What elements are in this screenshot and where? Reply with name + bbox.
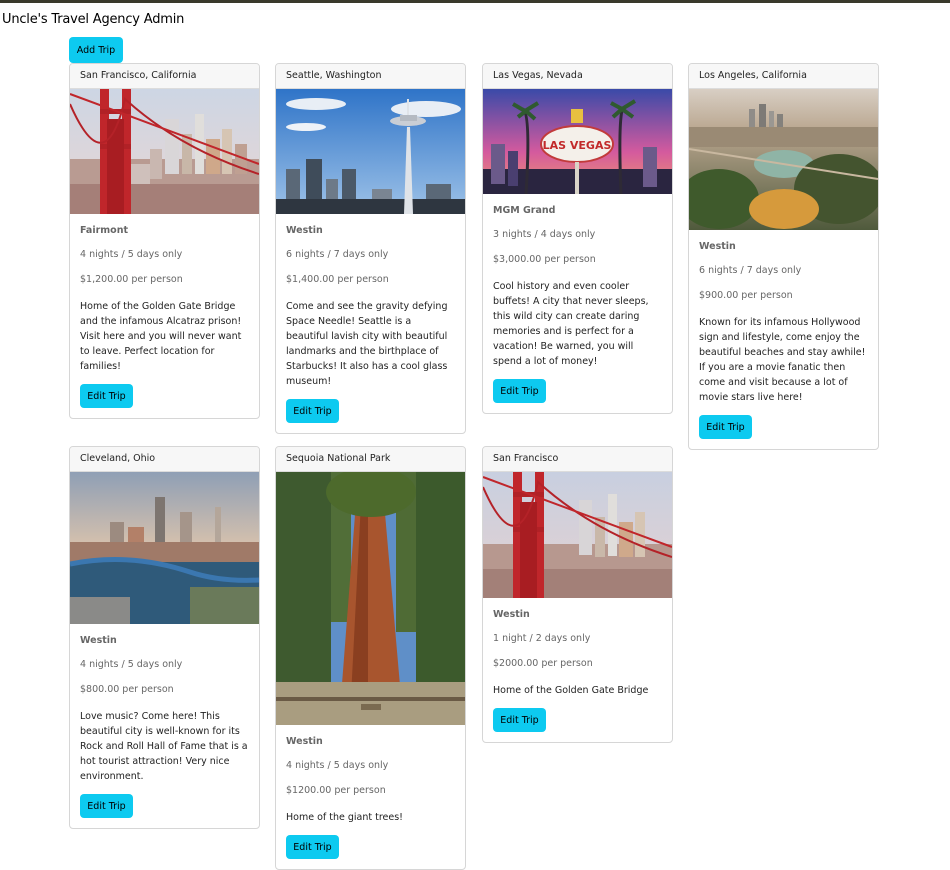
trip-location: Seattle, Washington — [276, 64, 465, 89]
trip-description: Home of the Golden Gate Bridge and the i… — [80, 301, 242, 372]
trip-duration: 6 nights / 7 days only — [699, 265, 802, 276]
trip-price: $1,200.00 per person — [80, 274, 183, 285]
edit-trip-button[interactable]: Edit Trip — [699, 415, 752, 439]
trip-hotel: Westin — [286, 225, 323, 236]
trip-card: Sequoia National Park Westin 4 nights / … — [275, 446, 466, 870]
trip-hotel: Westin — [493, 609, 530, 620]
edit-trip-button[interactable]: Edit Trip — [80, 384, 133, 408]
trip-hotel: Westin — [80, 635, 117, 646]
trip-location: Las Vegas, Nevada — [483, 64, 672, 89]
trip-duration: 6 nights / 7 days only — [286, 249, 389, 260]
trip-photo — [276, 89, 465, 214]
trip-photo — [483, 472, 672, 598]
trip-duration: 1 night / 2 days only — [493, 633, 591, 644]
trip-duration: 4 nights / 5 days only — [80, 249, 183, 260]
trip-description: Home of the Golden Gate Bridge — [493, 685, 649, 696]
trip-location: San Francisco — [483, 447, 672, 472]
trip-card: San Francisco, California Fairmont 4 nig — [69, 63, 260, 419]
trip-hotel: Westin — [699, 241, 736, 252]
trip-price: $800.00 per person — [80, 684, 174, 695]
edit-trip-button[interactable]: Edit Trip — [493, 379, 546, 403]
trip-photo: LAS VEGAS — [483, 89, 672, 194]
trip-card: Las Vegas, Nevada LAS VEGAS MGM Grand 3 … — [482, 63, 673, 414]
trip-price: $3,000.00 per person — [493, 254, 596, 265]
trip-description: Home of the giant trees! — [286, 812, 403, 823]
trip-card: Los Angeles, California Westin 6 nights … — [688, 63, 879, 450]
edit-trip-button[interactable]: Edit Trip — [286, 835, 339, 859]
trip-photo — [276, 472, 465, 725]
edit-trip-button[interactable]: Edit Trip — [286, 399, 339, 423]
trip-card: Cleveland, Ohio Westin 4 nights / 5 days… — [69, 446, 260, 829]
add-trip-button[interactable]: Add Trip — [69, 37, 123, 63]
edit-trip-button[interactable]: Edit Trip — [493, 708, 546, 732]
trip-location: Los Angeles, California — [689, 64, 878, 89]
trip-hotel: MGM Grand — [493, 205, 556, 216]
trip-location: San Francisco, California — [70, 64, 259, 89]
trip-description: Come and see the gravity defying Space N… — [286, 301, 448, 387]
trip-photo — [689, 89, 878, 230]
trip-photo — [70, 89, 259, 214]
trip-description: Love music? Come here! This beautiful ci… — [80, 711, 248, 782]
trip-card: Seattle, Washington Westin 6 nights / 7 … — [275, 63, 466, 434]
trip-price: $1,400.00 per person — [286, 274, 389, 285]
trip-duration: 4 nights / 5 days only — [286, 760, 389, 771]
trip-photo — [70, 472, 259, 624]
trip-description: Known for its infamous Hollywood sign an… — [699, 317, 866, 403]
trip-description: Cool history and even cooler buffets! A … — [493, 281, 649, 367]
trip-location: Cleveland, Ohio — [70, 447, 259, 472]
trip-price: $2000.00 per person — [493, 658, 593, 669]
trip-card: San Francisco Westin 1 night / 2 days on… — [482, 446, 673, 743]
trip-location: Sequoia National Park — [276, 447, 465, 472]
trip-hotel: Westin — [286, 736, 323, 747]
edit-trip-button[interactable]: Edit Trip — [80, 794, 133, 818]
trip-duration: 4 nights / 5 days only — [80, 659, 183, 670]
trip-hotel: Fairmont — [80, 225, 129, 236]
las-vegas-sign: LAS VEGAS — [543, 139, 612, 152]
trip-price: $900.00 per person — [699, 290, 793, 301]
trip-duration: 3 nights / 4 days only — [493, 229, 596, 240]
trip-price: $1200.00 per person — [286, 785, 386, 796]
page-title: Uncle's Travel Agency Admin — [2, 12, 185, 27]
